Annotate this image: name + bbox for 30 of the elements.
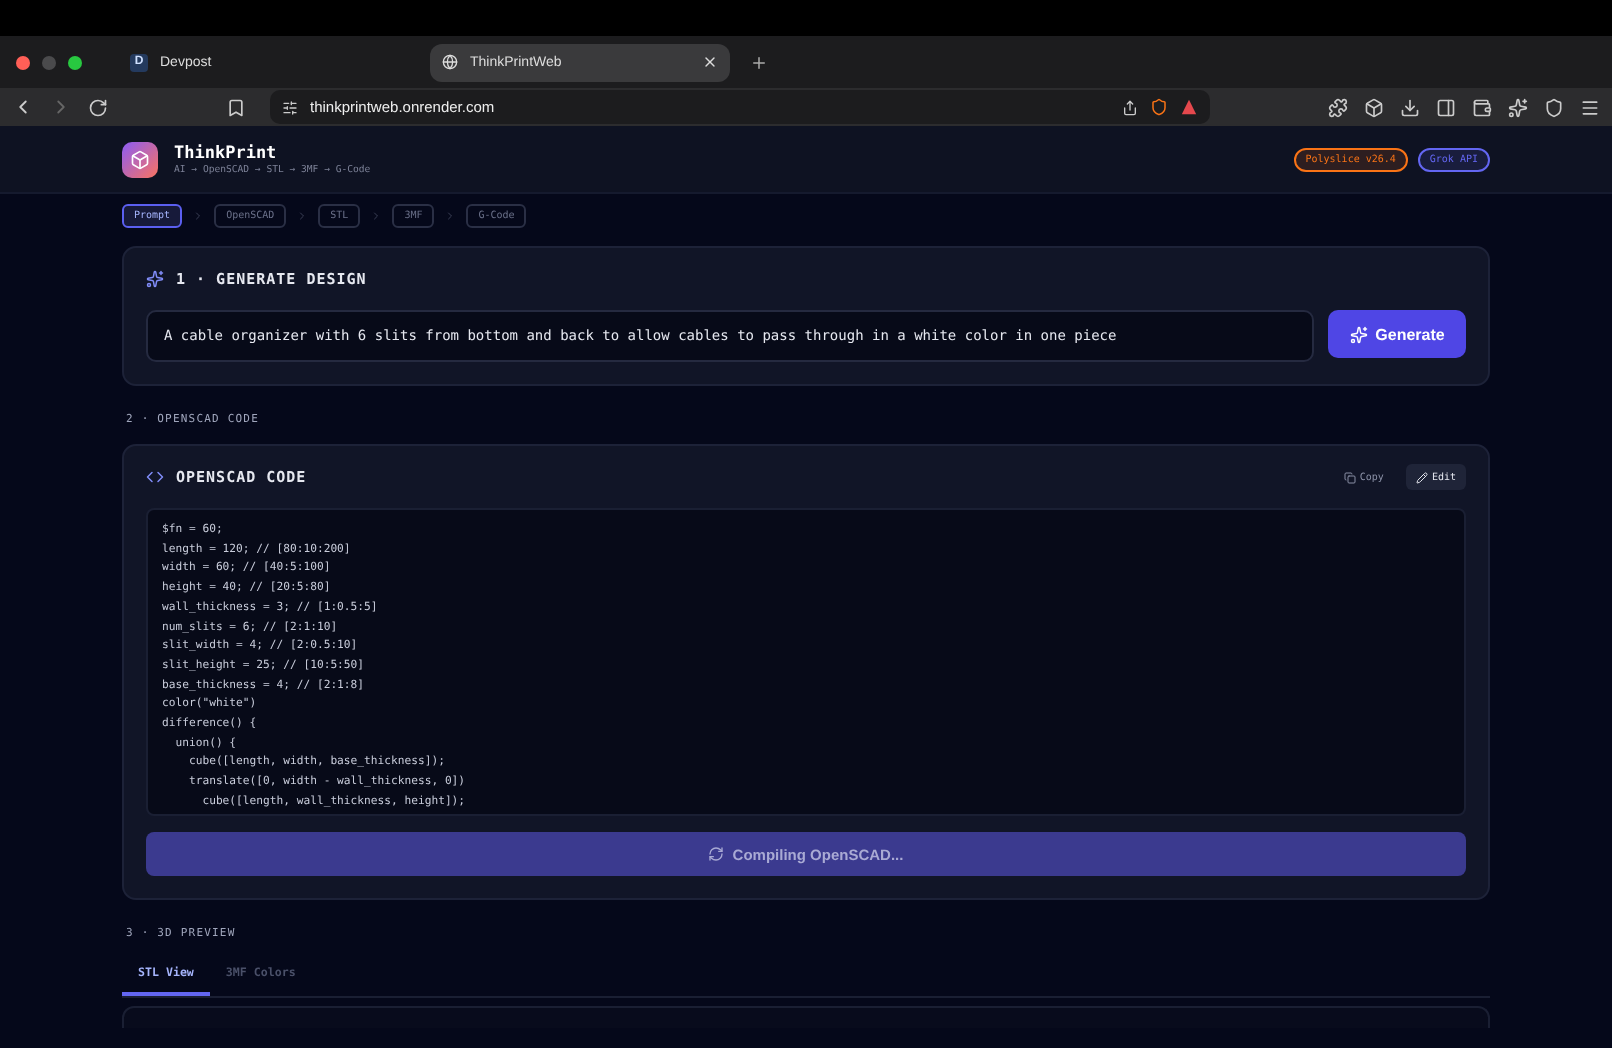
- shield-icon[interactable]: [1544, 97, 1564, 117]
- reload-icon[interactable]: [88, 97, 108, 117]
- spinner-icon: [708, 846, 725, 862]
- app-name: ThinkPrint: [174, 143, 279, 163]
- menu-icon[interactable]: [1580, 97, 1600, 117]
- generate-button[interactable]: Generate: [1328, 310, 1466, 358]
- download-icon[interactable]: [1400, 97, 1420, 117]
- site-settings-icon[interactable]: [282, 99, 298, 115]
- sparkle-icon: [146, 270, 164, 288]
- box-icon[interactable]: [1364, 97, 1384, 117]
- extensions-icon[interactable]: [1328, 97, 1348, 117]
- globe-icon: [442, 54, 458, 70]
- code-icon: [146, 468, 164, 486]
- bookmark-icon[interactable]: [226, 97, 246, 117]
- chevron-icon: [296, 210, 309, 222]
- close-icon[interactable]: [702, 54, 718, 70]
- share-icon[interactable]: [1122, 99, 1138, 115]
- copy-icon: [1343, 471, 1356, 483]
- sidebar-icon[interactable]: [1436, 97, 1456, 117]
- app-logo-icon: [122, 141, 158, 177]
- wallet-icon[interactable]: [1472, 97, 1492, 117]
- sparkle-icon[interactable]: [1508, 97, 1528, 117]
- chevron-icon: [192, 210, 205, 222]
- chevron-icon: [444, 210, 457, 222]
- triangle-icon[interactable]: [1180, 98, 1198, 116]
- pencil-icon: [1415, 471, 1428, 483]
- new-tab-icon[interactable]: [750, 53, 768, 71]
- sparkle-icon: [1349, 325, 1368, 343]
- chevron-icon: [370, 210, 383, 222]
- shield-icon[interactable]: [1150, 98, 1168, 116]
